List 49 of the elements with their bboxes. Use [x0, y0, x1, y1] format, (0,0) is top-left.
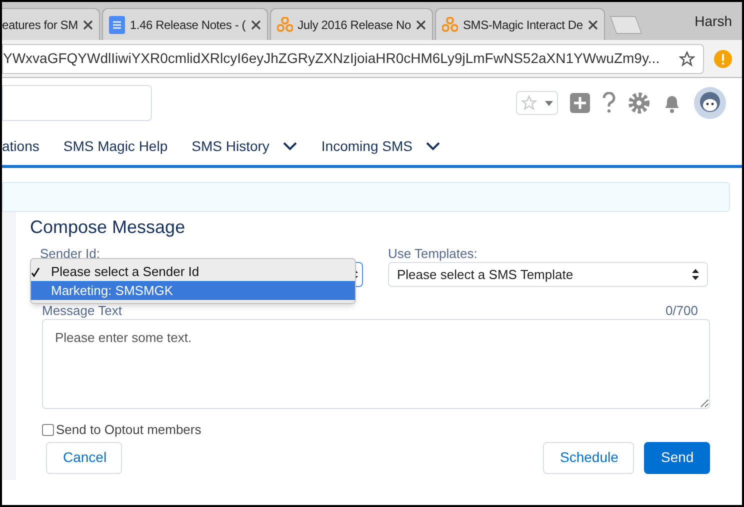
character-counter: 0/700 — [665, 304, 698, 317]
checkbox-label: Send to Optout members — [56, 421, 202, 439]
tab-title: SMS-Magic Interact De — [462, 16, 583, 34]
form-title: Compose Message — [30, 216, 186, 239]
close-icon[interactable] — [588, 20, 598, 30]
search-field[interactable] — [2, 85, 152, 121]
plus-icon[interactable] — [570, 93, 590, 113]
star-icon[interactable] — [679, 50, 695, 66]
nav-item[interactable]: ations — [2, 136, 40, 157]
settings-icon[interactable] — [628, 92, 650, 114]
url-text: YWxvaGFQYWdlIiwiYXR0cmlidXRlcyI6eyJhZGRyZXNzIjoiaHR0cHM6Ly9jLmFwNS52aXN1YWwuZm9y... — [3, 49, 661, 68]
browser-tab[interactable]: SMS-Magic Interact De — [434, 8, 605, 40]
updown-arrows-icon — [692, 269, 699, 280]
form-button[interactable]: Cancel — [46, 442, 122, 474]
triangle-logo-icon — [276, 17, 293, 32]
tab-title: 1.46 Release Notes - ( — [130, 16, 246, 34]
dropdown-option[interactable]: Marketing: SMSMGK — [31, 281, 355, 300]
nav-item[interactable]: SMS History — [192, 136, 298, 157]
form-button[interactable]: Send — [644, 442, 710, 474]
star-icon — [521, 95, 537, 111]
caret-icon — [545, 100, 553, 106]
alert-icon[interactable] — [714, 50, 732, 68]
tab-title: eatures for SM — [2, 16, 78, 34]
avatar-icon[interactable] — [694, 87, 726, 119]
checkbox[interactable] — [42, 424, 54, 436]
field-label: Use Templates: — [388, 245, 478, 262]
close-icon[interactable] — [82, 20, 93, 30]
template-select[interactable]: Please select a SMS Template — [388, 262, 708, 287]
browser-tab[interactable]: July 2016 Release No — [270, 8, 433, 40]
dropdown-option[interactable]: Please select a Sender Id — [31, 262, 355, 281]
chevron-down-icon[interactable] — [283, 142, 298, 151]
nav-item[interactable]: Incoming SMS — [321, 136, 440, 157]
help-icon[interactable] — [602, 92, 616, 114]
close-icon[interactable] — [250, 20, 261, 30]
field-label: Sender Id: — [40, 245, 101, 262]
browser-tab[interactable]: eatures for SM — [2, 8, 100, 40]
checkmark-icon — [31, 266, 40, 276]
chevron-down-icon[interactable] — [426, 142, 440, 151]
browser-tab[interactable]: 1.46 Release Notes - ( — [102, 8, 268, 40]
tab-title: July 2016 Release No — [298, 16, 411, 34]
field-label: Message Text — [42, 304, 122, 317]
address-field[interactable]: YWxvaGFQYWdlIiwiYXR0cmlidXRlcyI6eyJhZGRyZXNzIjoiaHR0cHM6Ly9jLmFwNS52aXN1YWwuZm9y... — [2, 44, 704, 74]
triangle-logo-icon — [442, 17, 458, 32]
nav-item[interactable]: SMS Magic Help — [63, 136, 168, 157]
profile-name[interactable]: Harsh — [694, 10, 732, 32]
close-icon[interactable] — [416, 20, 426, 30]
document-icon — [108, 16, 125, 34]
form-button[interactable]: Schedule — [543, 442, 634, 474]
message-field[interactable]: Please enter some text. — [42, 319, 710, 409]
